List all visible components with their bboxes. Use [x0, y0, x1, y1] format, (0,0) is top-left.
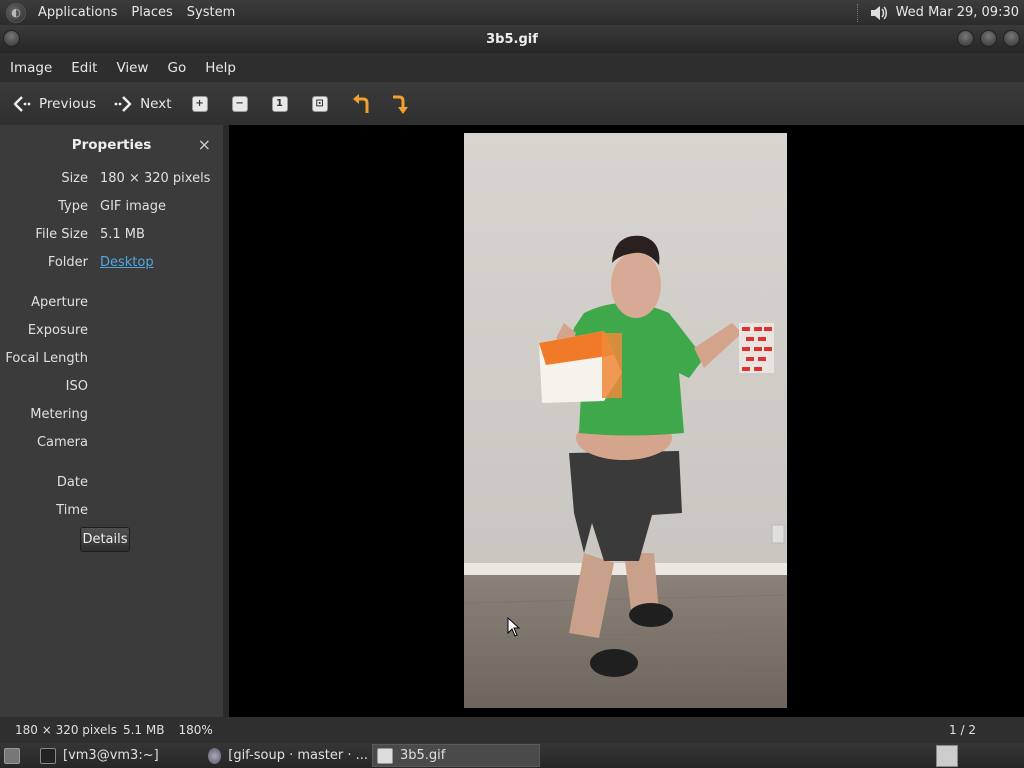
close-window-icon[interactable] — [1003, 30, 1020, 47]
task-label: 3b5.gif — [400, 748, 446, 763]
property-key: Size — [61, 170, 88, 186]
property-row-time: Time — [0, 499, 223, 521]
property-row-camera: Camera — [0, 431, 223, 453]
property-row-date: Date — [0, 471, 223, 493]
panel-clock[interactable]: Wed Mar 29, 09:30 — [896, 5, 1019, 20]
menu-help[interactable]: Help — [195, 60, 245, 76]
property-key: Folder — [47, 254, 88, 270]
next-button[interactable]: Next — [106, 86, 177, 122]
rotate-right-button[interactable] — [384, 86, 418, 122]
details-button[interactable]: Details — [80, 527, 130, 552]
statusbar: 180 × 320 pixels 5.1 MB 180% 1 / 2 — [0, 717, 1024, 743]
distro-logo-icon[interactable]: ◐ — [6, 2, 26, 23]
panel-menu: Applications Places System — [31, 5, 242, 20]
folder-link[interactable]: Desktop — [100, 255, 154, 270]
property-value: GIF image — [100, 198, 167, 214]
property-key: Metering — [30, 406, 88, 422]
property-row-size: Size 180 × 320 pixels — [0, 167, 223, 189]
property-key: ISO — [65, 378, 88, 394]
property-key: Focal Length — [5, 350, 88, 366]
task-label: [gif-soup · master · ... — [228, 748, 368, 763]
properties-sidebar: Properties × Size 180 × 320 pixels Type … — [0, 125, 223, 717]
window-menu-icon[interactable] — [3, 30, 20, 47]
panel-separator — [856, 3, 860, 22]
property-row-focal-length: Focal Length — [0, 347, 223, 369]
rotate-right-icon — [392, 95, 408, 114]
normal-size-button[interactable]: 1 — [266, 86, 294, 122]
zoom-out-button[interactable]: − — [226, 86, 254, 122]
taskbar-item-browser[interactable]: [gif-soup · master · ... — [204, 744, 372, 767]
best-fit-icon: ⊡ — [311, 95, 328, 112]
places-menu[interactable]: Places — [124, 5, 179, 20]
window-titlebar[interactable]: 3b5.gif — [0, 25, 1024, 53]
property-key: Aperture — [31, 294, 88, 310]
taskbar-item-image-viewer[interactable]: 3b5.gif — [372, 744, 540, 767]
property-row-folder: Folder Desktop — [0, 251, 223, 273]
property-key: Date — [56, 474, 88, 490]
task-label: [vm3@vm3:~] — [63, 748, 159, 763]
sidebar-title: Properties — [71, 137, 152, 153]
property-row-aperture: Aperture — [0, 291, 223, 313]
taskbar-item-terminal[interactable]: [vm3@vm3:~] — [36, 744, 204, 767]
property-row-exposure: Exposure — [0, 319, 223, 341]
browser-icon — [208, 747, 222, 764]
toolbar: Previous Next + − 1 ⊡ — [0, 82, 1024, 125]
next-arrow-icon — [114, 95, 132, 112]
zoom-out-icon: − — [231, 95, 248, 112]
menu-view[interactable]: View — [106, 60, 157, 76]
image-viewer-icon — [377, 747, 393, 764]
window-title: 3b5.gif — [486, 31, 538, 47]
previous-label: Previous — [39, 95, 97, 112]
minimize-icon[interactable] — [957, 30, 974, 47]
normal-size-icon: 1 — [271, 95, 288, 112]
menu-edit[interactable]: Edit — [61, 60, 106, 76]
property-key: Camera — [36, 434, 88, 450]
rotate-left-icon — [352, 93, 369, 113]
maximize-icon[interactable] — [980, 30, 997, 47]
menu-go[interactable]: Go — [157, 60, 195, 76]
property-row-file-size: File Size 5.1 MB — [0, 223, 223, 245]
rotate-left-button[interactable] — [344, 86, 378, 122]
terminal-icon — [40, 747, 56, 764]
property-row-iso: ISO — [0, 375, 223, 397]
workspace-switcher[interactable] — [936, 744, 958, 767]
previous-arrow-icon — [13, 95, 31, 112]
property-key: Type — [58, 198, 88, 214]
mouse-cursor-icon — [507, 617, 521, 637]
property-row-type: Type GIF image — [0, 195, 223, 217]
status-zoom: 180% — [178, 723, 213, 737]
zoom-in-button[interactable]: + — [186, 86, 214, 122]
zoom-in-icon: + — [191, 95, 208, 112]
top-panel: ◐ Applications Places System Wed Mar 29,… — [0, 0, 1024, 25]
sidebar-header: Properties × — [0, 125, 223, 165]
volume-icon[interactable] — [868, 3, 888, 23]
close-sidebar-icon[interactable]: × — [198, 135, 211, 154]
show-desktop-button[interactable] — [0, 744, 28, 767]
property-row-metering: Metering — [0, 403, 223, 425]
property-key: File Size — [35, 226, 88, 242]
best-fit-button[interactable]: ⊡ — [306, 86, 334, 122]
applications-menu[interactable]: Applications — [31, 5, 124, 20]
previous-button[interactable]: Previous — [5, 86, 102, 122]
status-page: 1 / 2 — [949, 723, 976, 737]
image-viewer[interactable] — [229, 125, 1024, 717]
property-value: 5.1 MB — [100, 226, 145, 242]
menu-image[interactable]: Image — [0, 60, 61, 76]
taskbar: [vm3@vm3:~] [gif-soup · master · ... 3b5… — [0, 743, 1024, 768]
system-menu[interactable]: System — [180, 5, 242, 20]
status-filesize: 5.1 MB — [122, 723, 165, 737]
property-value: 180 × 320 pixels — [100, 170, 211, 186]
menubar: Image Edit View Go Help — [0, 53, 1024, 82]
property-key: Time — [56, 502, 88, 518]
show-desktop-icon — [4, 747, 20, 764]
next-label: Next — [140, 95, 172, 112]
status-dimensions: 180 × 320 pixels — [15, 723, 117, 737]
property-key: Exposure — [27, 322, 88, 338]
